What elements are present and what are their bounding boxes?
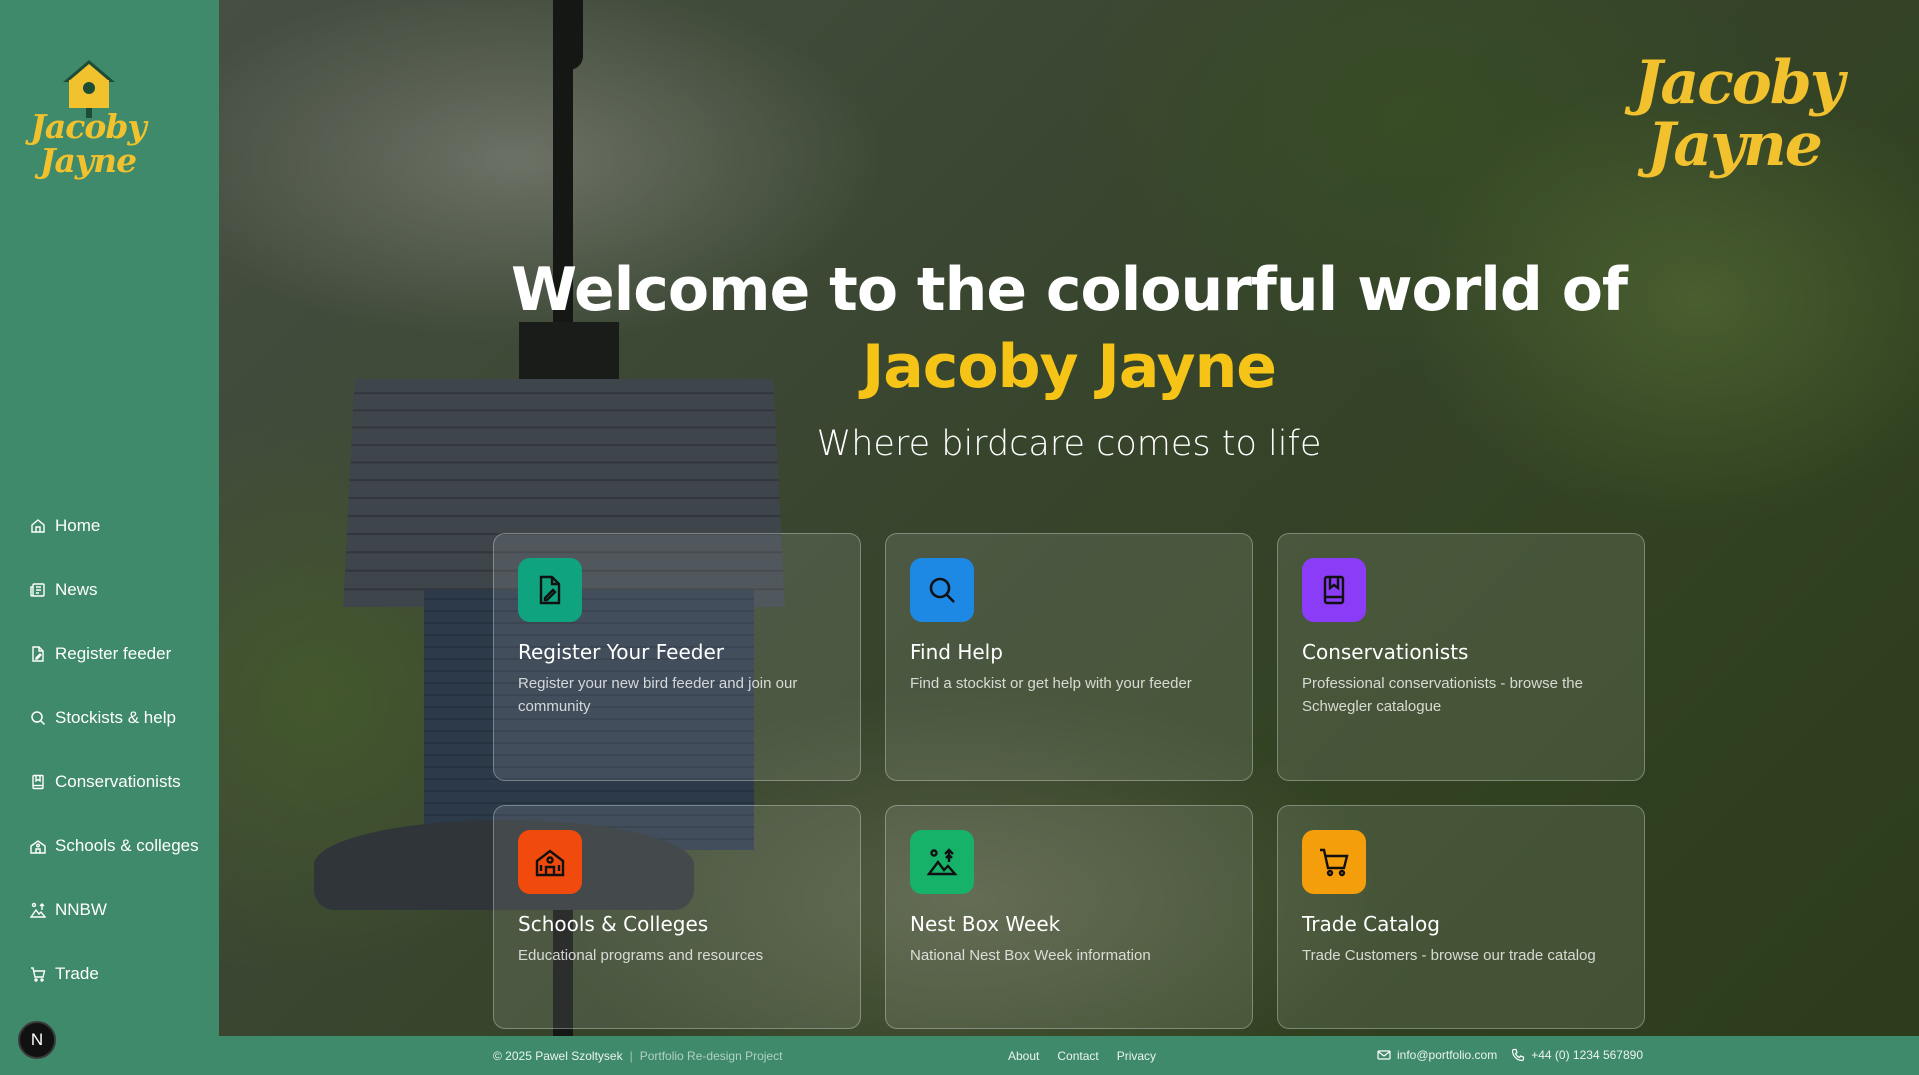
card-find-help[interactable]: Find Help Find a stockist or get help wi… [885, 533, 1253, 781]
sidebar-item-register-feeder[interactable]: Register feeder [30, 622, 210, 686]
sidebar-item-label: Register feeder [55, 644, 172, 663]
book-icon [32, 774, 44, 790]
footer-project: Portfolio Re-design Project [639, 1049, 783, 1063]
card-icon-box [1302, 830, 1366, 894]
nest-box-icon [30, 902, 46, 918]
phone-icon [1512, 1048, 1525, 1062]
card-trade-catalog[interactable]: Trade Catalog Trade Customers - browse o… [1277, 805, 1645, 1029]
card-title: Trade Catalog [1302, 912, 1440, 936]
footer-links: About Contact Privacy [1008, 1049, 1156, 1063]
card-conservationists[interactable]: Conservationists Professional conservati… [1277, 533, 1645, 781]
sidebar-item-conservationists[interactable]: Conservationists [30, 750, 210, 814]
card-description: Register your new bird feeder and join o… [518, 675, 798, 715]
sidebar-item-nnbw[interactable]: NNBW [30, 878, 210, 942]
footer-phone[interactable]: +44 (0) 1234 567890 [1511, 1048, 1643, 1062]
sidebar-item-news[interactable]: News [30, 558, 210, 622]
sidebar-item-label: NNBW [55, 900, 107, 919]
newspaper-icon [30, 583, 45, 597]
card-nest-box-week[interactable]: Nest Box Week National Nest Box Week inf… [885, 805, 1253, 1029]
card-schools-colleges[interactable]: Schools & Colleges Educational programs … [493, 805, 861, 1029]
header-logo[interactable]: Jacoby Jayne [1634, 48, 1845, 180]
sidebar-item-label: Trade [55, 964, 99, 983]
hero-tagline: Where birdcare comes to life [816, 424, 1322, 464]
footer-separator: | [629, 1049, 633, 1063]
sidebar-logo-line2: Jayne [39, 141, 137, 180]
card-icon-box [518, 830, 582, 894]
cart-icon [31, 967, 46, 982]
footer-email[interactable]: info@portfolio.com [1377, 1048, 1497, 1062]
file-pen-icon [32, 646, 44, 662]
sidebar-logo[interactable]: Jacoby Jayne [28, 58, 148, 188]
card-register-feeder[interactable]: Register Your Feeder Register your new b… [493, 533, 861, 781]
sidebar-item-stockists[interactable]: Stockists & help [30, 686, 210, 750]
sidebar-item-label: News [55, 580, 98, 599]
header-logo-line2: Jayne [1647, 110, 1823, 180]
card-icon-box [518, 558, 582, 622]
sidebar-nav: Home News Register feeder Stockists & he… [30, 494, 210, 1006]
school-icon [30, 840, 46, 854]
sidebar-item-label: Schools & colleges [55, 836, 199, 855]
footer-copyright: © 2025 Pawel Szoltysek [493, 1049, 623, 1063]
dev-badge[interactable]: N [18, 1021, 56, 1059]
file-pen-icon [539, 575, 561, 605]
footer-phone-text: +44 (0) 1234 567890 [1531, 1048, 1643, 1062]
card-description: Trade Customers - browse our trade catal… [1302, 947, 1596, 964]
school-icon [535, 849, 565, 877]
card-title: Conservationists [1302, 640, 1469, 664]
search-icon [31, 711, 46, 726]
footer-contact: info@portfolio.com +44 (0) 1234 567890 [1377, 1048, 1643, 1062]
nest-box-icon [926, 848, 958, 876]
sidebar-item-schools[interactable]: Schools & colleges [30, 814, 210, 878]
feature-cards: Register Your Feeder Register your new b… [493, 533, 1645, 1029]
card-title: Register Your Feeder [518, 640, 724, 664]
card-description: Find a stockist or get help with your fe… [910, 675, 1192, 692]
sidebar: Jacoby Jayne Home News Register feeder S… [0, 0, 219, 1075]
home-icon [31, 519, 45, 533]
card-icon-box [1302, 558, 1366, 622]
card-icon-box [910, 558, 974, 622]
book-icon [1323, 575, 1345, 605]
sidebar-item-home[interactable]: Home [30, 494, 210, 558]
hero-headline: Welcome to the colourful world of Jacoby… [219, 252, 1919, 406]
sidebar-item-label: Home [55, 516, 101, 535]
cart-icon [1320, 848, 1349, 877]
mail-icon [1377, 1050, 1391, 1060]
card-description: Professional conservationists - browse t… [1302, 675, 1583, 715]
footer-link-about[interactable]: About [1008, 1049, 1039, 1063]
hero-headline-accent: Jacoby Jayne [861, 332, 1277, 402]
footer-email-text: info@portfolio.com [1397, 1048, 1498, 1062]
footer-link-contact[interactable]: Contact [1057, 1049, 1098, 1063]
header-logo-line1: Jacoby [1634, 48, 1845, 118]
card-icon-box [910, 830, 974, 894]
search-icon [929, 577, 955, 603]
footer-copyright-block: © 2025 Pawel Szoltysek | Portfolio Re-desi… [493, 1049, 782, 1063]
card-description: Educational programs and resources [518, 947, 764, 964]
card-title: Nest Box Week [910, 912, 1061, 936]
card-title: Schools & Colleges [518, 912, 709, 936]
hero-headline-text: Welcome to the colourful world of [510, 255, 1628, 325]
sidebar-item-label: Stockists & help [55, 708, 176, 727]
footer-link-privacy[interactable]: Privacy [1117, 1049, 1156, 1063]
sidebar-item-label: Conservationists [55, 772, 181, 791]
footer: © 2025 Pawel Szoltysek | Portfolio Re-desi… [219, 1036, 1919, 1075]
card-title: Find Help [910, 640, 1003, 664]
card-description: National Nest Box Week information [910, 947, 1151, 964]
sidebar-logo-line1: Jacoby [30, 107, 146, 146]
sidebar-item-trade[interactable]: Trade [30, 942, 210, 1006]
